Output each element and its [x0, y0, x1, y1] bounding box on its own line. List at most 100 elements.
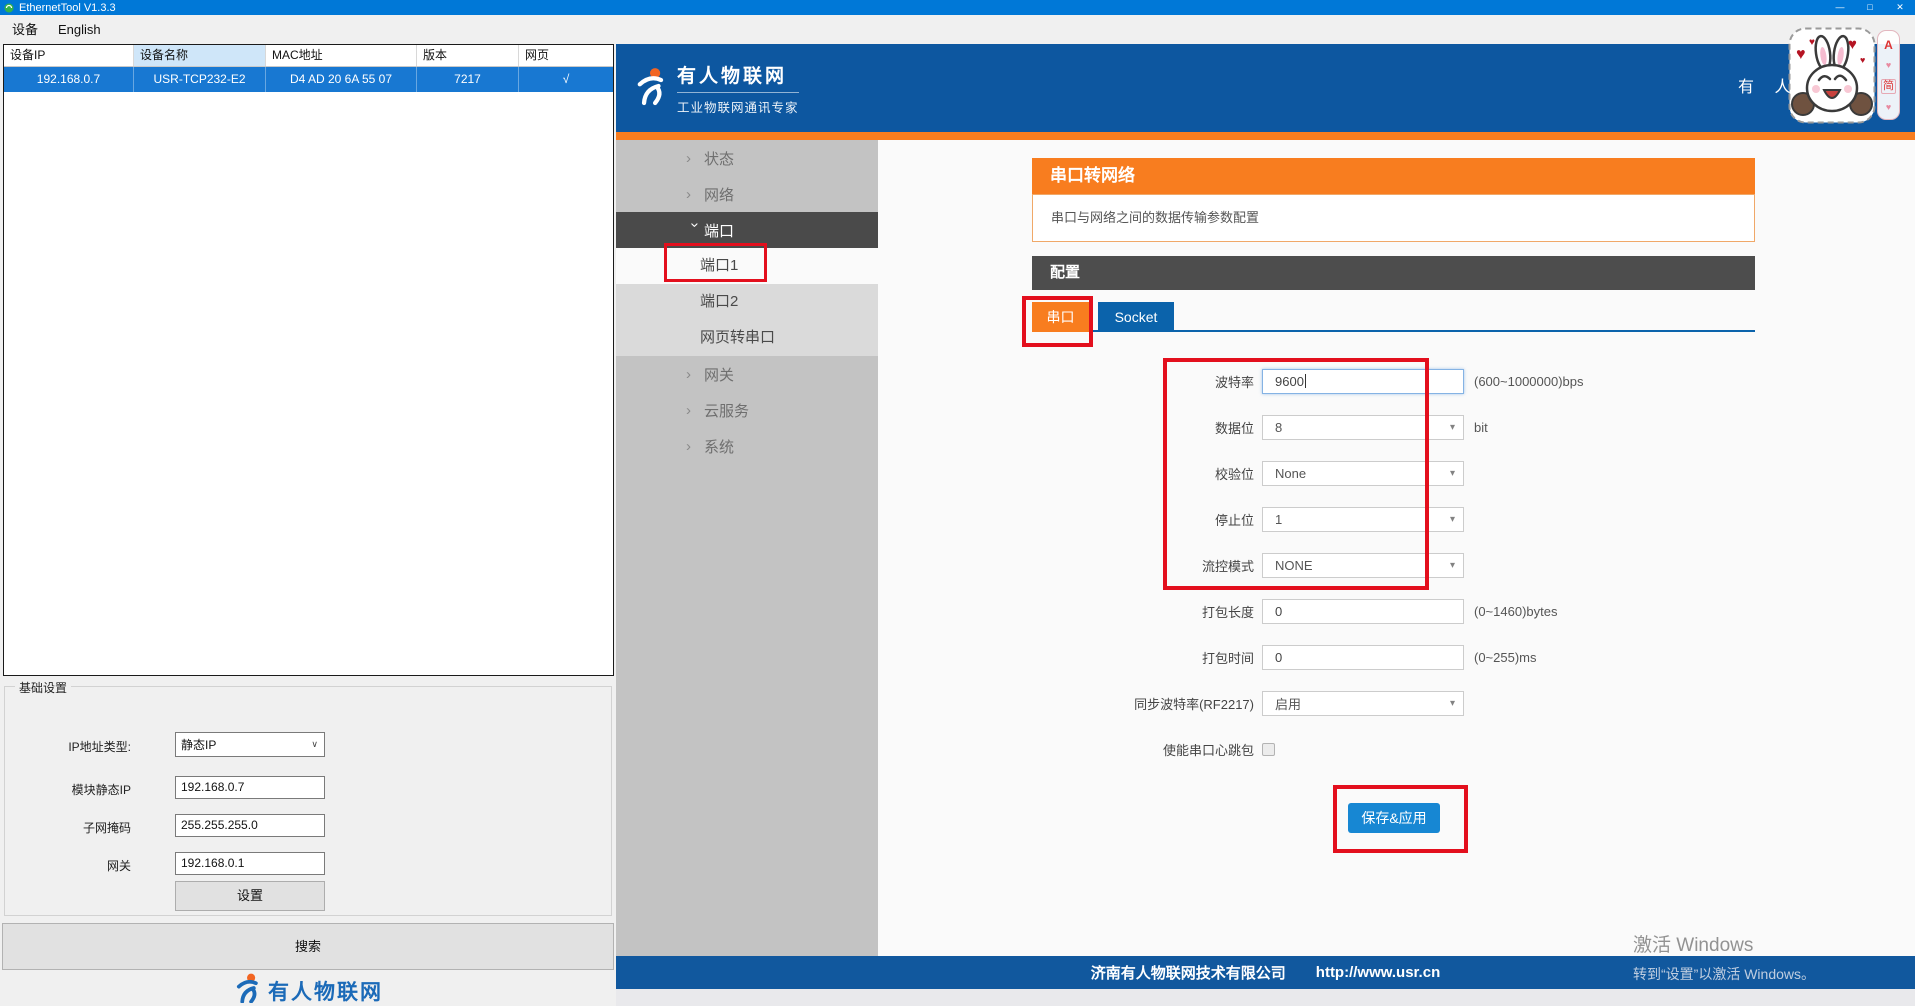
form-row-heartbeat: 使能串口心跳包 [1032, 726, 1755, 772]
sidebar-item-network[interactable]: › 网络 [616, 176, 878, 212]
form-row-databits: 数据位 8 ▾ bit [1032, 404, 1755, 450]
usr-logo: 有人物联网 [0, 975, 616, 1006]
heartbeat-checkbox[interactable] [1262, 743, 1275, 756]
col-header-web[interactable]: 网页 [519, 45, 613, 66]
chevron-right-icon: › [686, 186, 704, 203]
field-hint: (600~1000000)bps [1474, 374, 1584, 389]
save-apply-button[interactable]: 保存&应用 [1348, 803, 1440, 833]
form-row-packtime: 打包时间 0 (0~255)ms [1032, 634, 1755, 680]
form-row-stopbits: 停止位 1 ▾ [1032, 496, 1755, 542]
field-label: 同步波特率(RF2217) [1032, 694, 1254, 713]
col-header-name[interactable]: 设备名称 [134, 45, 266, 66]
ime-overlay-strip: A ♥ 简 ♥ [1877, 30, 1900, 120]
dropdown-arrow-icon: ▾ [1450, 560, 1463, 571]
menu-item-english[interactable]: English [58, 15, 101, 44]
sidebar-item-port2[interactable]: 端口2 [616, 284, 878, 320]
field-label: IP地址类型: [5, 738, 131, 755]
restore-button[interactable]: □ [1855, 0, 1885, 15]
minimize-button[interactable]: — [1825, 0, 1855, 15]
footer-url[interactable]: http://www.usr.cn [1316, 964, 1440, 981]
parity-select[interactable]: None ▾ [1262, 461, 1464, 486]
pack-time-input[interactable]: 0 [1262, 645, 1464, 670]
tab-socket[interactable]: Socket [1098, 302, 1174, 332]
subnet-mask-input[interactable]: 255.255.255.0 [175, 814, 325, 837]
flow-control-select[interactable]: NONE ▾ [1262, 553, 1464, 578]
form-row-baud: 波特率 9600 (600~1000000)bps [1032, 358, 1755, 404]
sync-baud-select[interactable]: 启用 ▾ [1262, 691, 1464, 716]
static-ip-input[interactable]: 192.168.0.7 [175, 776, 325, 799]
web-footer: 济南有人物联网技术有限公司 http://www.usr.cn [616, 956, 1915, 989]
field-hint: (0~1460)bytes [1474, 604, 1557, 619]
page-title: 串口转网络 [1032, 158, 1755, 194]
cell-device-name: USR-TCP232-E2 [134, 67, 266, 92]
col-header-version[interactable]: 版本 [417, 45, 519, 66]
brand: 有人物联网 工业物联网通讯专家 [633, 61, 799, 116]
pack-length-input[interactable]: 0 [1262, 599, 1464, 624]
set-button[interactable]: 设置 [175, 881, 325, 911]
serial-form: 波特率 9600 (600~1000000)bps 数据位 8 ▾ bit 校验… [1032, 358, 1755, 772]
device-table: 设备IP 设备名称 MAC地址 版本 网页 192.168.0.7 USR-TC… [3, 44, 614, 676]
save-row: 保存&应用 [1032, 803, 1755, 833]
field-hint: (0~255)ms [1474, 650, 1537, 665]
footer-company: 济南有人物联网技术有限公司 [1091, 962, 1286, 983]
field-label: 模块静态IP [5, 781, 131, 798]
col-header-mac[interactable]: MAC地址 [266, 45, 417, 66]
sidebar-item-port1[interactable]: 端口1 [616, 248, 878, 284]
cell-version: 7217 [417, 67, 519, 92]
ime-letter: A [1884, 38, 1893, 52]
search-button[interactable]: 搜索 [2, 923, 614, 970]
close-button[interactable]: ✕ [1885, 0, 1915, 15]
brand-name: 有人物联网 [677, 61, 799, 88]
menu-item-device[interactable]: 设备 [12, 15, 38, 44]
section-header: 配置 [1032, 256, 1755, 290]
baud-rate-input[interactable]: 9600 [1262, 369, 1464, 394]
usr-logo-icon [633, 66, 667, 111]
page-description: 串口与网络之间的数据传输参数配置 [1032, 194, 1755, 242]
field-label: 流控模式 [1032, 556, 1254, 575]
field-label: 数据位 [1032, 418, 1254, 437]
ime-simplified-label: 简 [1881, 79, 1896, 94]
sidebar-item-web-to-serial[interactable]: 网页转串口 [616, 320, 878, 356]
chevron-right-icon: › [686, 402, 704, 419]
device-web-page: 有人物联网 工业物联网通讯专家 有 人 › 状态 › 网络 › 端口 端口1 端… [616, 44, 1915, 1006]
dropdown-arrow-icon: ▾ [1450, 698, 1463, 709]
title-bar: EthernetTool V1.3.3 — □ ✕ [0, 0, 1915, 15]
select-arrow-icon: ∨ [311, 739, 324, 750]
svg-text:♥: ♥ [1848, 36, 1857, 53]
dropdown-arrow-icon: ▾ [1450, 514, 1463, 525]
form-row-parity: 校验位 None ▾ [1032, 450, 1755, 496]
sidebar-item-gateway[interactable]: › 网关 [616, 356, 878, 392]
field-label: 子网掩码 [5, 819, 131, 836]
rabbit-sticker: ♥ ♥ ♥ ♥ [1788, 27, 1876, 129]
sidebar-item-system[interactable]: › 系统 [616, 428, 878, 464]
tab-serial[interactable]: 串口 [1032, 302, 1089, 332]
field-label: 使能串口心跳包 [1032, 740, 1254, 759]
svg-text:♥: ♥ [1809, 37, 1815, 48]
field-label: 停止位 [1032, 510, 1254, 529]
field-label: 校验位 [1032, 464, 1254, 483]
device-tool-panel: 设备IP 设备名称 MAC地址 版本 网页 192.168.0.7 USR-TC… [0, 44, 616, 1006]
data-bits-select[interactable]: 8 ▾ [1262, 415, 1464, 440]
chevron-right-icon: › [686, 366, 704, 383]
dropdown-arrow-icon: ▾ [1450, 422, 1463, 433]
field-label: 网关 [5, 857, 131, 874]
usr-logo-text: 有人物联网 [268, 976, 383, 1006]
chevron-down-icon: › [687, 222, 704, 240]
sidebar-item-port[interactable]: › 端口 [616, 212, 878, 248]
cell-device-ip: 192.168.0.7 [4, 67, 134, 92]
basic-settings-group: 基础设置 IP地址类型: 静态IP ∨ 模块静态IP 192.168.0.7 子… [4, 686, 612, 916]
text-caret [1305, 374, 1306, 388]
sidebar-item-status[interactable]: › 状态 [616, 140, 878, 176]
svg-text:♥: ♥ [1860, 55, 1865, 65]
ip-type-select[interactable]: 静态IP ∨ [175, 732, 325, 757]
gateway-input[interactable]: 192.168.0.1 [175, 852, 325, 875]
table-row[interactable]: 192.168.0.7 USR-TCP232-E2 D4 AD 20 6A 55… [4, 67, 613, 92]
form-row-flowctrl: 流控模式 NONE ▾ [1032, 542, 1755, 588]
field-label: 打包时间 [1032, 648, 1254, 667]
stop-bits-select[interactable]: 1 ▾ [1262, 507, 1464, 532]
group-title: 基础设置 [15, 679, 71, 696]
brand-slogan: 工业物联网通讯专家 [677, 92, 799, 116]
sidebar-item-cloud[interactable]: › 云服务 [616, 392, 878, 428]
app-icon [4, 3, 14, 13]
col-header-ip[interactable]: 设备IP [4, 45, 134, 66]
